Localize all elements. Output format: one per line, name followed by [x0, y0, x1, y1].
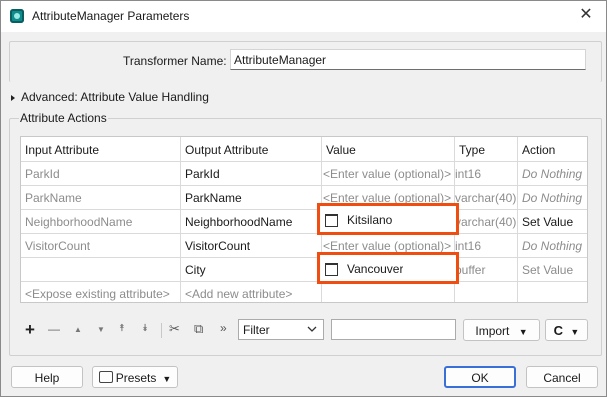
output-attribute-cell[interactable]: VisitorCount: [185, 239, 250, 253]
type-cell[interactable]: int16: [455, 167, 517, 181]
action-cell[interactable]: Do Nothing: [522, 167, 582, 181]
output-attribute-cell[interactable]: ParkId: [185, 167, 220, 181]
input-attribute-cell[interactable]: NeighborhoodName: [25, 215, 132, 229]
action-cell[interactable]: Set Value: [522, 215, 573, 229]
filter-text-input[interactable]: [331, 319, 456, 340]
action-cell[interactable]: Do Nothing: [522, 239, 582, 253]
row-separator: [21, 209, 587, 210]
value-cell[interactable]: <Enter value (optional)>: [323, 167, 453, 181]
value-cell-highlighted[interactable]: Vancouver: [317, 252, 459, 284]
header-value[interactable]: Value: [326, 143, 356, 157]
add-attribute-cell[interactable]: <Add new attribute>: [185, 287, 292, 301]
value-text: Vancouver: [347, 262, 404, 276]
presets-dropdown-icon: ▼: [162, 374, 172, 384]
transformer-name-input[interactable]: AttributeManager: [230, 49, 586, 70]
row-separator: [21, 233, 587, 234]
attribute-actions-label: Attribute Actions: [19, 111, 108, 125]
presets-button[interactable]: Presets ▼: [92, 366, 178, 388]
action-cell[interactable]: Do Nothing: [522, 191, 582, 205]
value-cell[interactable]: <Enter value (optional)>: [323, 239, 453, 253]
app-icon: [10, 9, 24, 23]
refresh-dropdown-icon: ▼: [570, 327, 580, 337]
move-down-icon[interactable]: ▼: [97, 325, 105, 334]
value-editor-icon: [325, 214, 338, 227]
more-icon[interactable]: »: [220, 321, 227, 335]
cut-icon[interactable]: ✂: [169, 321, 180, 337]
value-editor-icon: [325, 263, 338, 276]
import-label: Import: [475, 324, 510, 338]
filter-label: Filter: [243, 323, 270, 337]
filter-select[interactable]: Filter: [238, 319, 324, 340]
input-attribute-cell[interactable]: ParkName: [25, 191, 82, 205]
output-attribute-cell[interactable]: City: [185, 263, 206, 277]
action-cell[interactable]: Set Value: [522, 263, 573, 277]
copy-icon[interactable]: ⧉: [194, 321, 203, 337]
refresh-icon: C: [553, 323, 564, 338]
transformer-name-label: Transformer Name:: [123, 54, 227, 68]
refresh-button[interactable]: C ▼: [545, 319, 588, 341]
help-button[interactable]: Help: [11, 366, 83, 388]
toolbar-divider: [161, 323, 162, 338]
close-icon[interactable]: ✕: [576, 5, 596, 25]
header-input-attribute[interactable]: Input Attribute: [25, 143, 99, 157]
advanced-label: Advanced: Attribute Value Handling: [21, 90, 209, 104]
type-cell[interactable]: varchar(40): [455, 191, 517, 205]
row-separator: [21, 161, 587, 162]
value-cell-highlighted[interactable]: Kitsilano: [317, 203, 459, 235]
import-button[interactable]: Import ▼: [463, 319, 540, 341]
cancel-button[interactable]: Cancel: [526, 366, 598, 388]
type-cell[interactable]: varchar(40): [455, 215, 517, 229]
advanced-section-toggle[interactable]: Advanced: Attribute Value Handling: [11, 90, 209, 104]
dialog-window: AttributeManager Parameters ✕ Transforme…: [0, 0, 607, 397]
expand-arrow-icon: [11, 94, 15, 101]
input-attribute-cell[interactable]: VisitorCount: [25, 239, 90, 253]
header-action[interactable]: Action: [522, 143, 555, 157]
ok-button[interactable]: OK: [444, 366, 516, 388]
row-separator: [21, 257, 587, 258]
header-type[interactable]: Type: [459, 143, 485, 157]
move-up-icon[interactable]: ▲: [74, 325, 82, 334]
presets-label: Presets: [115, 371, 157, 385]
expose-attribute-cell[interactable]: <Expose existing attribute>: [25, 287, 170, 301]
attribute-table: Input Attribute Output Attribute Value T…: [20, 136, 588, 303]
add-row-icon[interactable]: +: [25, 320, 35, 340]
title-bar: AttributeManager Parameters ✕: [1, 1, 606, 32]
output-attribute-cell[interactable]: ParkName: [185, 191, 242, 205]
row-separator: [21, 185, 587, 186]
row-separator: [21, 281, 587, 282]
input-attribute-cell[interactable]: ParkId: [25, 167, 60, 181]
move-top-icon[interactable]: ⯭: [119, 323, 125, 334]
presets-icon: [98, 371, 113, 383]
value-text: Kitsilano: [347, 213, 393, 227]
header-output-attribute[interactable]: Output Attribute: [185, 143, 268, 157]
chevron-down-icon: [307, 326, 317, 332]
output-attribute-cell[interactable]: NeighborhoodName: [185, 215, 292, 229]
remove-row-icon[interactable]: —: [48, 322, 60, 336]
type-cell[interactable]: int16: [455, 239, 517, 253]
import-dropdown-icon: ▼: [518, 327, 528, 337]
window-title: AttributeManager Parameters: [32, 9, 190, 23]
move-bottom-icon[interactable]: ⯯: [142, 323, 148, 334]
type-cell[interactable]: buffer: [455, 263, 517, 277]
